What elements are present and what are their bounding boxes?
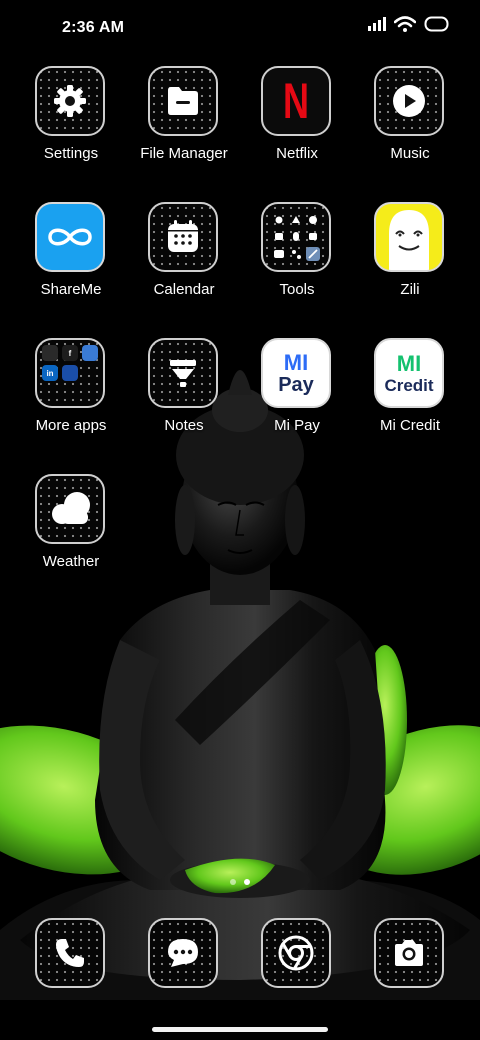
netflix-logo-icon: N bbox=[261, 66, 331, 136]
app-settings[interactable]: Settings bbox=[14, 66, 128, 176]
app-weather[interactable]: Weather bbox=[14, 474, 128, 584]
messages-icon bbox=[148, 918, 218, 988]
amazon-app-icon bbox=[82, 345, 98, 361]
mi-pay-logo: MI Pay bbox=[261, 338, 331, 408]
app-mi-pay[interactable]: MI Pay Mi Pay bbox=[240, 338, 354, 448]
app-file-manager[interactable]: File Manager bbox=[127, 66, 241, 176]
status-time: 2:36 AM bbox=[62, 19, 125, 36]
zili-face-icon bbox=[374, 202, 444, 272]
mi-credit-logo: MI Credit bbox=[374, 338, 444, 408]
home-indicator[interactable] bbox=[152, 1027, 328, 1032]
page-indicator bbox=[0, 879, 480, 885]
app-folder-icon: f in bbox=[35, 338, 105, 408]
folder-preview-grid: f in bbox=[42, 345, 98, 401]
credit-wordmark: Credit bbox=[384, 375, 434, 395]
chrome-icon bbox=[261, 918, 331, 988]
netflix-logo-text: N bbox=[282, 73, 309, 129]
dock-camera[interactable] bbox=[353, 918, 467, 998]
app-label: Music bbox=[390, 145, 430, 162]
booking-app-icon bbox=[62, 365, 78, 381]
app-music[interactable]: Music bbox=[353, 66, 467, 176]
infinity-icon bbox=[35, 202, 105, 272]
play-icon bbox=[374, 66, 444, 136]
app-label: Weather bbox=[42, 553, 100, 570]
tools-grid-icon bbox=[261, 202, 331, 272]
camera-icon bbox=[374, 918, 444, 988]
page-dot-active[interactable] bbox=[244, 879, 250, 885]
folder-icon bbox=[148, 66, 218, 136]
battery-icon bbox=[424, 16, 449, 32]
app-label: Zili bbox=[400, 281, 420, 298]
mi-pay-logo-text: MI Pay bbox=[278, 349, 314, 396]
mi-logo-mark: MI bbox=[283, 349, 309, 375]
page-dot[interactable] bbox=[230, 879, 236, 885]
empty-slot bbox=[82, 365, 98, 381]
funnel-icon bbox=[148, 338, 218, 408]
app-label: Mi Credit bbox=[379, 417, 440, 434]
mi-logo-mark: MI bbox=[396, 350, 422, 376]
dock-messages[interactable] bbox=[127, 918, 241, 998]
pay-wordmark: Pay bbox=[278, 373, 314, 396]
signal-icon bbox=[368, 17, 386, 31]
app-zili[interactable]: Zili bbox=[353, 202, 467, 312]
status-bar: 2:36 AM bbox=[0, 0, 480, 56]
facebook-app-icon: f bbox=[62, 345, 78, 361]
app-tools[interactable]: Tools bbox=[240, 202, 354, 312]
wifi-icon bbox=[394, 16, 416, 32]
mi-credit-logo-text: MI Credit bbox=[384, 350, 434, 395]
dock-chrome[interactable] bbox=[240, 918, 354, 998]
status-icons bbox=[368, 16, 450, 32]
app-notes[interactable]: Notes bbox=[127, 338, 241, 448]
app-folder-more-apps[interactable]: f in More apps bbox=[14, 338, 128, 448]
cloud-icon bbox=[35, 474, 105, 544]
app-netflix[interactable]: N Netflix bbox=[240, 66, 354, 176]
linkedin-app-icon: in bbox=[42, 365, 58, 381]
gear-icon bbox=[35, 66, 105, 136]
phone-icon bbox=[35, 918, 105, 988]
app-mi-credit[interactable]: MI Credit Mi Credit bbox=[353, 338, 467, 448]
dock-phone[interactable] bbox=[14, 918, 128, 998]
app-calendar[interactable]: Calendar bbox=[127, 202, 241, 312]
calendar-icon bbox=[148, 202, 218, 272]
app-shareme[interactable]: ShareMe bbox=[14, 202, 128, 312]
cart-app-icon bbox=[42, 345, 58, 361]
